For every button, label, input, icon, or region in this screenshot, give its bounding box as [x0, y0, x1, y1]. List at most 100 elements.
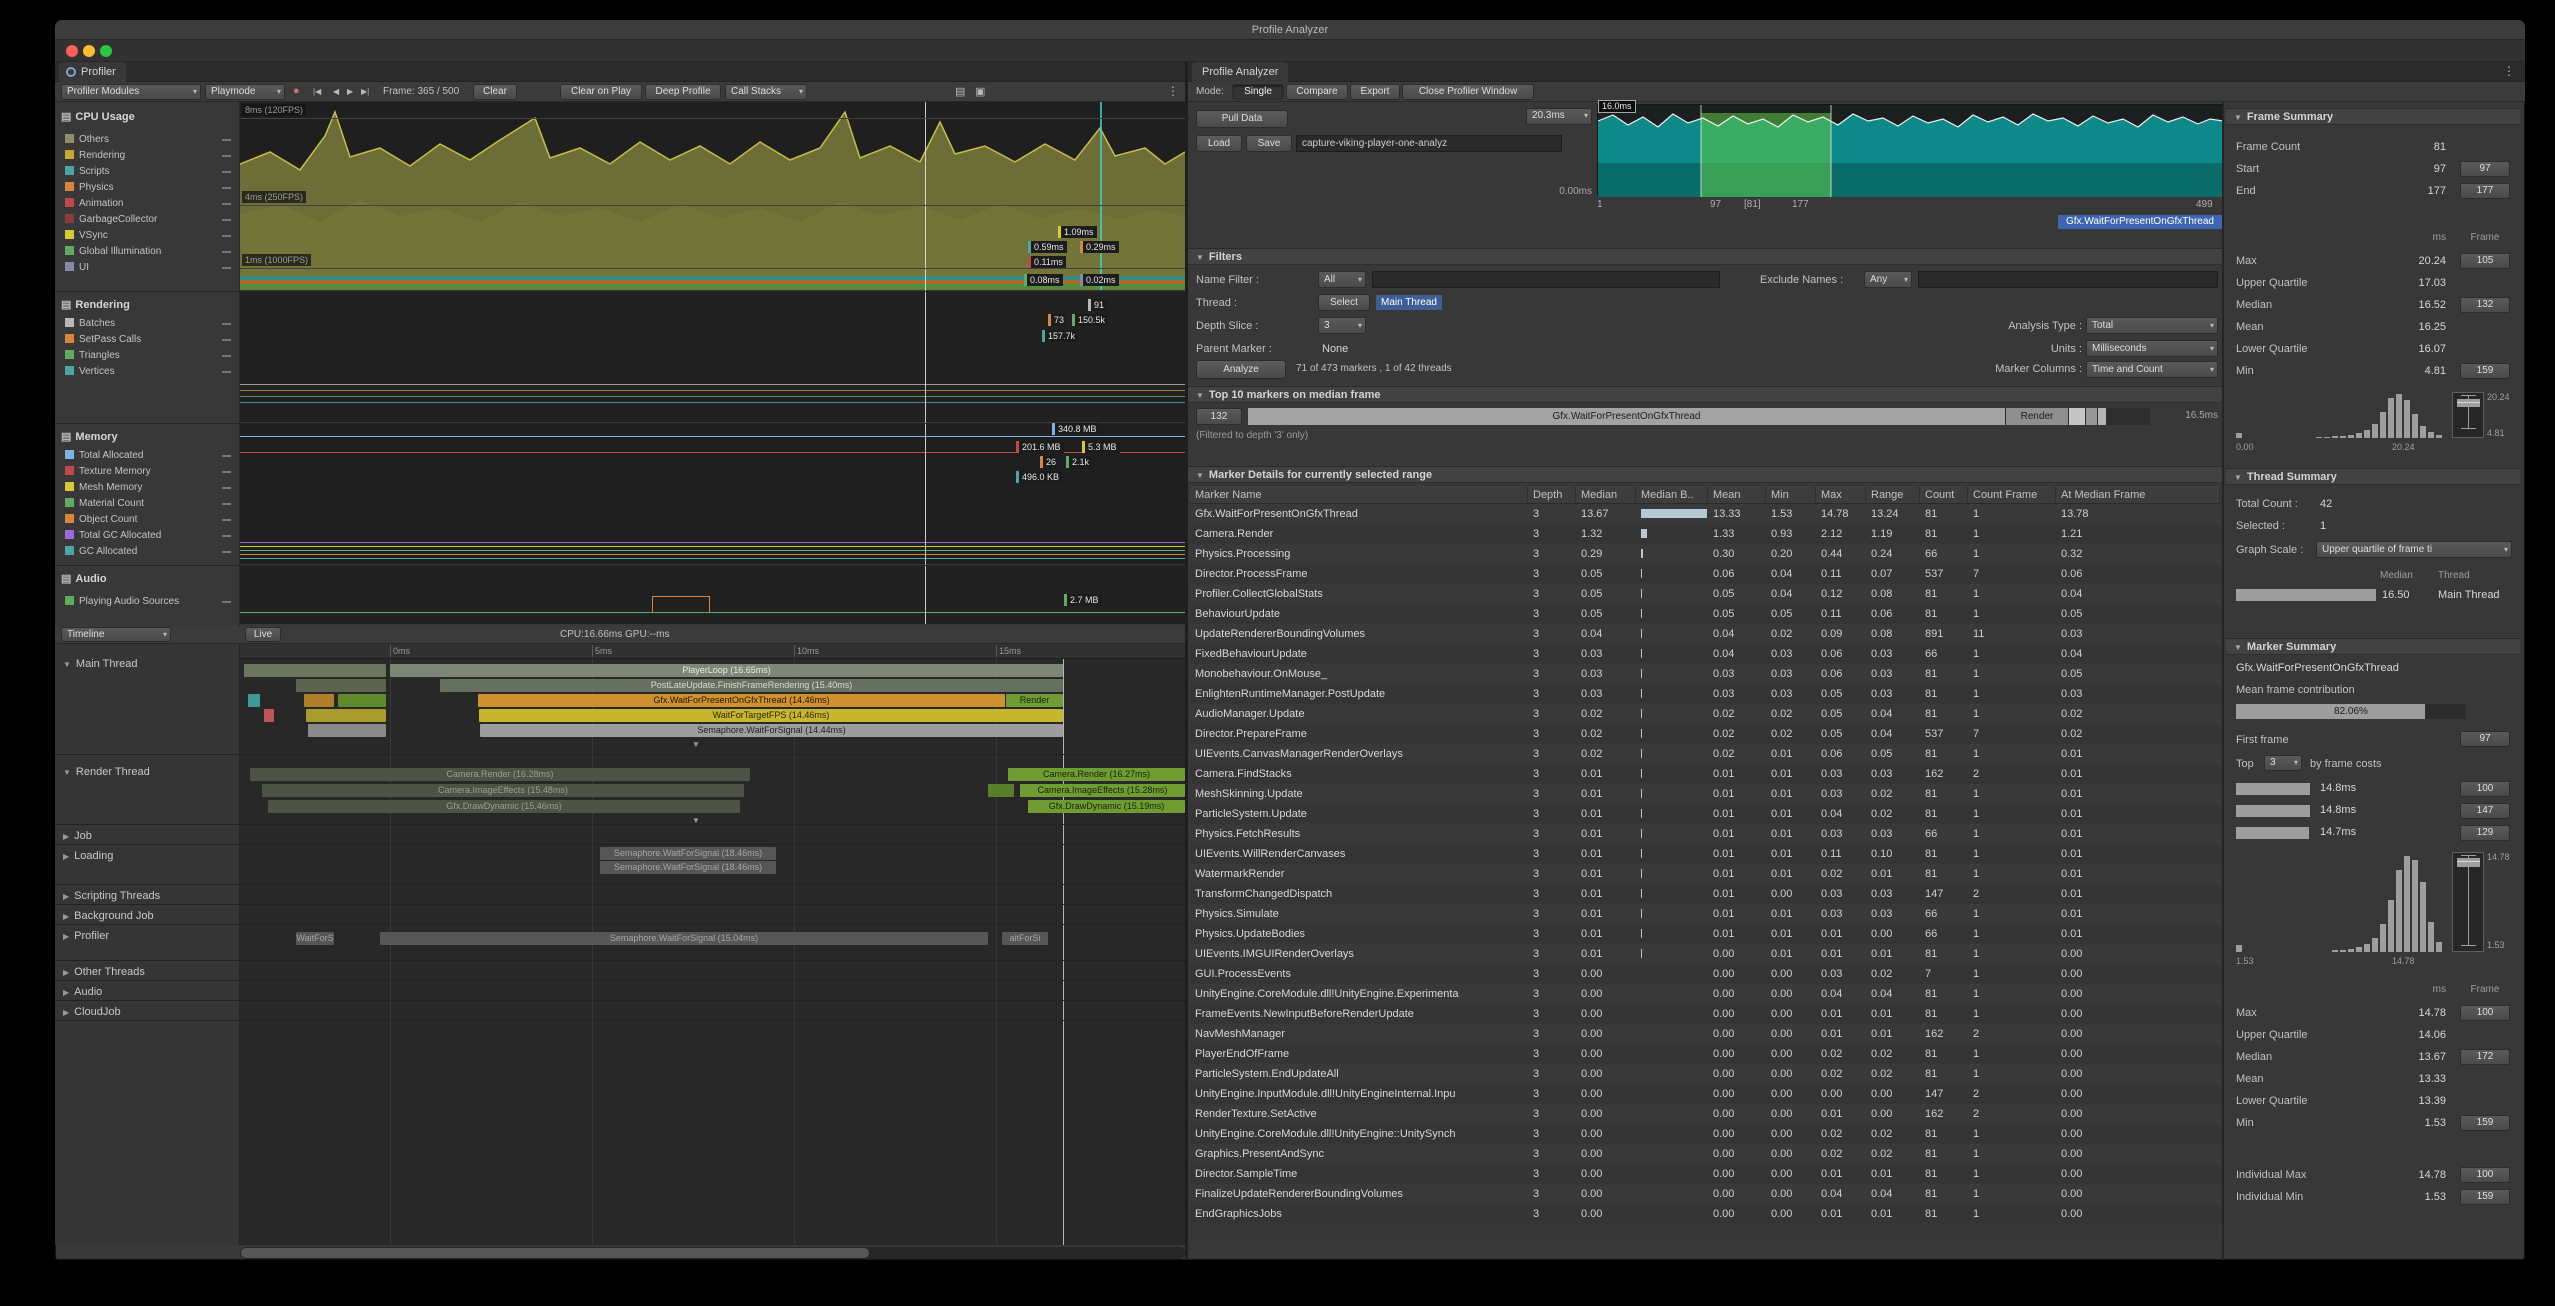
timeline-marker-bar[interactable]: Semaphore.WaitForSignal (18.46ms): [600, 861, 776, 874]
foldout-icon[interactable]: ▶: [63, 852, 69, 861]
cpu-module-header[interactable]: ▤CPU Usage: [61, 110, 135, 123]
series-toggle-icon[interactable]: [222, 601, 231, 603]
save-button[interactable]: Save: [1246, 135, 1292, 152]
table-row[interactable]: Physics.UpdateBodies 3 0.01 0.01 0.01 0.…: [1190, 924, 2220, 944]
table-row[interactable]: NavMeshManager 3 0.00 0.00 0.00 0.01 0.0…: [1190, 1024, 2220, 1044]
table-row[interactable]: TransformChangedDispatch 3 0.01 0.01 0.0…: [1190, 884, 2220, 904]
panel-divider[interactable]: [1185, 62, 1188, 1260]
series-toggle-icon[interactable]: [222, 219, 231, 221]
kebab-icon[interactable]: ⋮: [2503, 64, 2515, 78]
marker-summary-header[interactable]: ▼Marker Summary: [2226, 638, 2520, 655]
legend-item[interactable]: VSync: [63, 228, 235, 244]
legend-item[interactable]: SetPass Calls: [63, 332, 235, 348]
filters-section-header[interactable]: ▼Filters: [1188, 248, 2222, 265]
table-row[interactable]: UpdateRendererBoundingVolumes 3 0.04 0.0…: [1190, 624, 2220, 644]
mode-compare-button[interactable]: Compare: [1286, 84, 1348, 100]
legend-item[interactable]: Others: [63, 132, 235, 148]
top-count-dropdown[interactable]: 3 ▾: [2264, 755, 2302, 771]
series-toggle-icon[interactable]: [222, 551, 231, 553]
timeline-marker-bar[interactable]: WaitForTargetFPS (14.46ms): [479, 709, 1063, 722]
playmode-dropdown[interactable]: Playmode ▾: [205, 84, 285, 100]
series-toggle-icon[interactable]: [222, 139, 231, 141]
top-markers-section-header[interactable]: ▼Top 10 markers on median frame: [1188, 386, 2222, 403]
timeline-marker-bar[interactable]: Camera.Render (16.27ms): [1008, 768, 1185, 781]
legend-item[interactable]: Animation: [63, 196, 235, 212]
thread-row-label[interactable]: ▶Audio: [63, 984, 102, 1000]
tab-profiler[interactable]: Profiler: [59, 62, 126, 82]
timeline-marker-bar[interactable]: Semaphore.WaitForSignal (14.44ms): [480, 724, 1063, 737]
clear-on-play-button[interactable]: Clear on Play: [560, 84, 642, 100]
close-profiler-window-button[interactable]: Close Profiler Window: [1402, 84, 1534, 100]
frame-jump-button[interactable]: 132: [2460, 297, 2510, 313]
timeline-marker-bar[interactable]: PostLateUpdate.FinishFrameRendering (15.…: [440, 679, 1063, 692]
chart-scale-dropdown[interactable]: 20.3ms ▾: [1526, 108, 1592, 125]
timeline-marker-bar[interactable]: WaitForS: [296, 932, 334, 945]
frame-jump-button[interactable]: 97: [2460, 161, 2510, 177]
memory-module-header[interactable]: ▤Memory: [61, 430, 118, 443]
table-row[interactable]: UIEvents.CanvasManagerRenderOverlays 3 0…: [1190, 744, 2220, 764]
marker-columns-dropdown[interactable]: Time and Count ▾: [2086, 361, 2218, 378]
series-toggle-icon[interactable]: [222, 355, 231, 357]
series-toggle-icon[interactable]: [222, 371, 231, 373]
legend-item[interactable]: GC Allocated: [63, 544, 235, 560]
frame-jump-button[interactable]: 159: [2460, 1189, 2510, 1205]
thread-row-label[interactable]: ▶Profiler: [63, 928, 109, 944]
column-header[interactable]: Max: [1816, 486, 1866, 504]
frame-jump-button[interactable]: 159: [2460, 363, 2510, 379]
foldout-icon[interactable]: ▶: [63, 932, 69, 941]
column-header[interactable]: Depth: [1528, 486, 1576, 504]
column-header[interactable]: Median B..: [1636, 486, 1708, 504]
pull-data-button[interactable]: Pull Data: [1196, 110, 1288, 128]
column-header[interactable]: Min: [1766, 486, 1816, 504]
table-row[interactable]: BehaviourUpdate 3 0.05 0.05 0.05 0.11 0.…: [1190, 604, 2220, 624]
window-titlebar[interactable]: Profile Analyzer: [55, 20, 2525, 40]
column-header[interactable]: Median: [1576, 486, 1636, 504]
table-row[interactable]: UnityEngine.CoreModule.dll!UnityEngine.E…: [1190, 984, 2220, 1004]
legend-item[interactable]: Vertices: [63, 364, 235, 380]
maximize-icon[interactable]: ▣: [975, 85, 985, 98]
table-row[interactable]: Physics.Processing 3 0.29 0.30 0.20 0.44…: [1190, 544, 2220, 564]
legend-item[interactable]: Total Allocated: [63, 448, 235, 464]
close-window-icon[interactable]: [66, 45, 78, 57]
parent-marker-value[interactable]: None: [1322, 343, 1348, 355]
frame-jump-button[interactable]: 100: [2460, 781, 2510, 797]
deep-profile-button[interactable]: Deep Profile: [645, 84, 721, 100]
live-toggle-button[interactable]: Live: [245, 627, 281, 642]
table-row[interactable]: Director.ProcessFrame 3 0.05 0.06 0.04 0…: [1190, 564, 2220, 584]
timeline-marker-bar[interactable]: Camera.ImageEffects (15.48ms): [262, 784, 744, 797]
export-button[interactable]: Export: [1350, 84, 1400, 100]
thread-row-label[interactable]: ▶CloudJob: [63, 1004, 121, 1020]
table-row[interactable]: Director.SampleTime 3 0.00 0.00 0.00 0.0…: [1190, 1164, 2220, 1184]
table-row[interactable]: MeshSkinning.Update 3 0.01 0.01 0.01 0.0…: [1190, 784, 2220, 804]
legend-item[interactable]: Scripts: [63, 164, 235, 180]
marker-details-section-header[interactable]: ▼Marker Details for currently selected r…: [1188, 466, 2222, 483]
column-header[interactable]: Count Frame: [1968, 486, 2056, 504]
thread-row-label[interactable]: ▶Job: [63, 828, 92, 844]
thread-row-label[interactable]: ▶Other Threads: [63, 964, 145, 980]
series-toggle-icon[interactable]: [222, 267, 231, 269]
table-row[interactable]: RenderTexture.SetActive 3 0.00 0.00 0.00…: [1190, 1104, 2220, 1124]
foldout-icon[interactable]: ▶: [63, 832, 69, 841]
legend-item[interactable]: Physics: [63, 180, 235, 196]
legend-item[interactable]: Global Illumination: [63, 244, 235, 260]
thread-row-label[interactable]: ▶Scripting Threads: [63, 888, 160, 904]
frame-jump-button[interactable]: 159: [2460, 1115, 2510, 1131]
timeline-marker-bar[interactable]: Camera.ImageEffects (15.28ms): [1020, 784, 1185, 797]
timeline-marker-bar[interactable]: Gfx.WaitForPresentOnGfxThread (14.46ms): [478, 694, 1005, 707]
timeline-marker-bar[interactable]: Camera.Render (16.28ms): [250, 768, 750, 781]
analyze-button[interactable]: Analyze: [1196, 360, 1286, 379]
name-filter-input[interactable]: [1372, 271, 1720, 288]
table-row[interactable]: AudioManager.Update 3 0.02 0.02 0.02 0.0…: [1190, 704, 2220, 724]
table-row[interactable]: Graphics.PresentAndSync 3 0.00 0.00 0.00…: [1190, 1144, 2220, 1164]
top-markers-frame-box[interactable]: 132: [1196, 408, 1242, 425]
table-row[interactable]: UnityEngine.InputModule.dll!UnityEngineI…: [1190, 1084, 2220, 1104]
top-marker-segment[interactable]: Gfx.WaitForPresentOnGfxThread: [1248, 408, 2005, 425]
capture-name-field[interactable]: capture-viking-player-one-analyz: [1296, 135, 1562, 152]
rendering-module-header[interactable]: ▤Rendering: [61, 298, 130, 311]
minimize-window-icon[interactable]: [83, 45, 95, 57]
table-row[interactable]: Profiler.CollectGlobalStats 3 0.05 0.05 …: [1190, 584, 2220, 604]
grid-view-icon[interactable]: ▤: [955, 85, 965, 98]
legend-item[interactable]: Texture Memory: [63, 464, 235, 480]
foldout-icon[interactable]: ▶: [63, 912, 69, 921]
timeline-marker-bar[interactable]: PlayerLoop (16.65ms): [390, 664, 1063, 677]
